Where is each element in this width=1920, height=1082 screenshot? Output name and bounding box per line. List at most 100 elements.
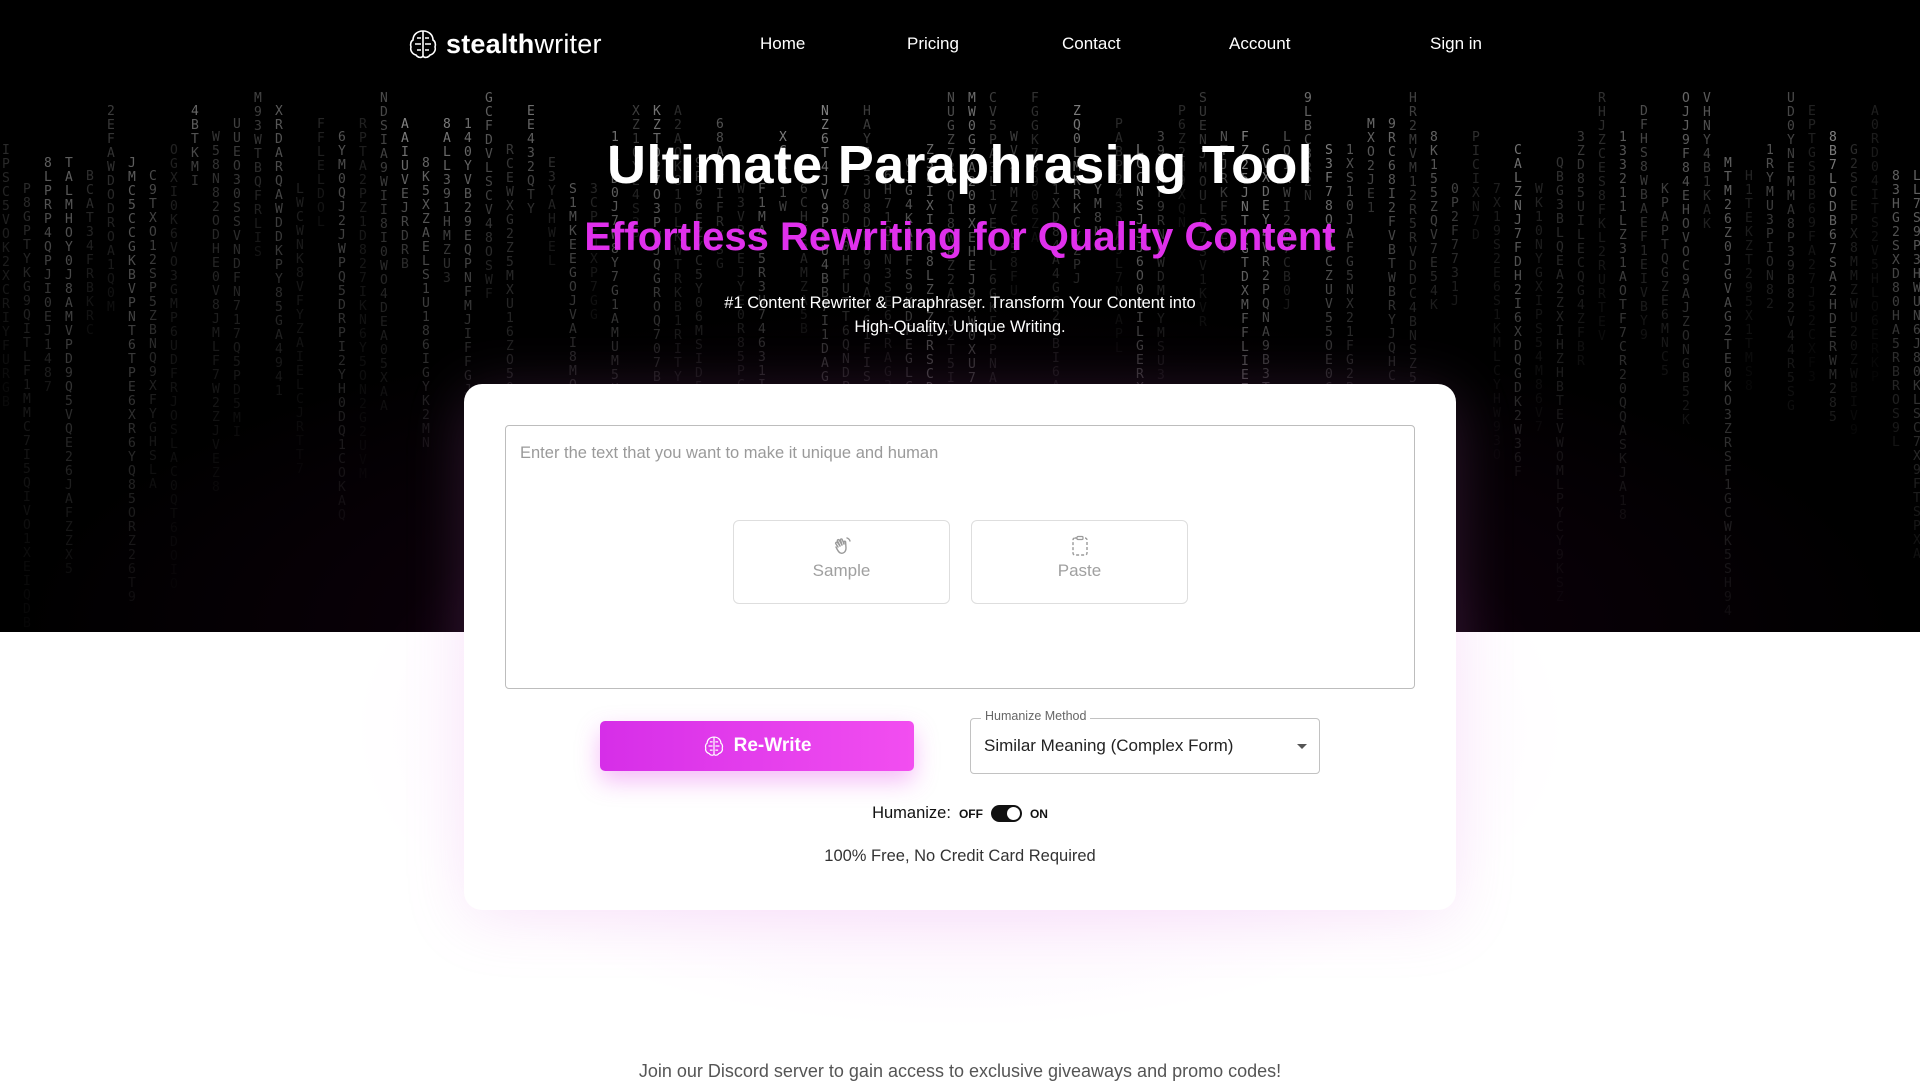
rewrite-button[interactable]: Re-Write (600, 721, 914, 771)
nav-contact[interactable]: Contact (1062, 34, 1121, 54)
svg-text:5: 5 (1745, 295, 1753, 310)
svg-text:M: M (170, 297, 178, 312)
svg-text:Z: Z (1850, 353, 1858, 368)
svg-text:P: P (1535, 308, 1543, 323)
humanize-method-select[interactable]: Humanize Method Similar Meaning (Complex… (970, 709, 1320, 774)
humanize-method-legend: Humanize Method (981, 709, 1091, 723)
svg-text:2: 2 (422, 408, 430, 423)
svg-text:G: G (1031, 105, 1039, 120)
svg-text:J: J (1283, 298, 1291, 313)
svg-text:S: S (1787, 385, 1795, 400)
svg-text:N: N (1241, 200, 1249, 215)
svg-text:T: T (128, 324, 136, 339)
svg-text:5: 5 (1430, 270, 1438, 285)
svg-text:2: 2 (212, 396, 220, 411)
svg-text:Y: Y (1493, 378, 1501, 393)
svg-text:C: C (23, 420, 31, 435)
svg-text:E: E (107, 118, 115, 133)
svg-text:3: 3 (884, 267, 892, 282)
paste-button[interactable]: Paste (971, 520, 1188, 604)
svg-text:X: X (149, 379, 157, 394)
svg-text:V: V (1535, 406, 1543, 421)
svg-text:S: S (1724, 450, 1732, 465)
svg-text:H: H (1556, 366, 1564, 381)
svg-text:A: A (149, 477, 157, 492)
humanize-toggle[interactable] (990, 805, 1022, 822)
svg-text:M: M (1850, 269, 1858, 284)
svg-text:Q: Q (149, 351, 157, 366)
svg-text:5: 5 (128, 198, 136, 213)
svg-text:G: G (2, 381, 10, 396)
svg-text:E: E (1241, 368, 1249, 383)
svg-text:4: 4 (1787, 329, 1795, 344)
svg-text:J: J (1913, 337, 1920, 352)
svg-text:9: 9 (1640, 328, 1648, 343)
svg-text:1: 1 (107, 258, 115, 273)
svg-text:E: E (527, 104, 535, 119)
svg-text:8: 8 (422, 324, 430, 339)
svg-text:E: E (44, 310, 52, 325)
svg-text:W: W (968, 105, 976, 120)
svg-text:A: A (380, 385, 388, 400)
svg-text:I: I (233, 425, 241, 440)
svg-text:A: A (1619, 270, 1627, 285)
svg-text:M: M (1829, 368, 1837, 383)
svg-text:5: 5 (23, 462, 31, 477)
svg-text:N: N (359, 313, 367, 328)
rewrite-label: Re-Write (733, 735, 812, 756)
svg-text:J: J (1682, 105, 1690, 120)
svg-text:G: G (590, 308, 598, 323)
svg-text:F: F (149, 393, 157, 408)
svg-text:9: 9 (1850, 423, 1858, 438)
svg-text:Z: Z (1556, 296, 1564, 311)
svg-text:V: V (989, 105, 997, 120)
nav-home[interactable]: Home (760, 34, 805, 54)
svg-text:Z: Z (1661, 280, 1669, 295)
svg-text:E: E (1850, 199, 1858, 214)
text-input-placeholder: Enter the text that you want to make it … (520, 444, 939, 462)
svg-text:6: 6 (359, 327, 367, 342)
svg-text:3: 3 (1115, 201, 1123, 216)
svg-text:E: E (1829, 326, 1837, 341)
svg-text:B: B (1850, 381, 1858, 396)
svg-text:Y: Y (1556, 506, 1564, 521)
svg-text:7: 7 (296, 462, 304, 477)
svg-text:5: 5 (695, 268, 703, 283)
nav-sign-in[interactable]: Sign in (1430, 34, 1482, 54)
svg-text:J: J (1388, 327, 1396, 342)
svg-text:B: B (1787, 273, 1795, 288)
nav-account[interactable]: Account (1229, 34, 1290, 54)
svg-text:H: H (149, 435, 157, 450)
svg-text:K: K (1535, 196, 1543, 211)
svg-text:9: 9 (1913, 463, 1920, 478)
sample-button[interactable]: Sample (733, 520, 950, 604)
svg-text:W: W (1724, 520, 1732, 535)
svg-text:D: D (1514, 339, 1522, 354)
svg-text:S: S (149, 449, 157, 464)
svg-text:T: T (1598, 301, 1606, 316)
svg-text:V: V (212, 438, 220, 453)
svg-text:Y: Y (674, 370, 682, 385)
nav-pricing[interactable]: Pricing (907, 34, 959, 54)
svg-text:Z: Z (1010, 200, 1018, 215)
svg-text:W: W (1829, 354, 1837, 369)
svg-text:H: H (1703, 105, 1711, 120)
svg-text:6: 6 (128, 394, 136, 409)
svg-text:1: 1 (1451, 280, 1459, 295)
svg-text:F: F (1808, 356, 1816, 371)
svg-text:U: U (233, 117, 241, 132)
svg-text:R: R (86, 267, 94, 282)
svg-text:1: 1 (1493, 308, 1501, 323)
svg-text:7: 7 (23, 434, 31, 449)
svg-text:A: A (1682, 287, 1690, 302)
text-input-area[interactable]: Enter the text that you want to make it … (505, 425, 1415, 689)
svg-text:O: O (1682, 329, 1690, 344)
svg-text:V: V (1325, 297, 1333, 312)
svg-text:9: 9 (1892, 421, 1900, 436)
svg-text:2: 2 (1808, 314, 1816, 329)
svg-text:A: A (884, 351, 892, 366)
svg-text:0: 0 (1619, 382, 1627, 397)
svg-text:P: P (1661, 196, 1669, 211)
svg-text:3: 3 (1724, 408, 1732, 423)
logo[interactable]: stealthwriter (408, 28, 602, 60)
